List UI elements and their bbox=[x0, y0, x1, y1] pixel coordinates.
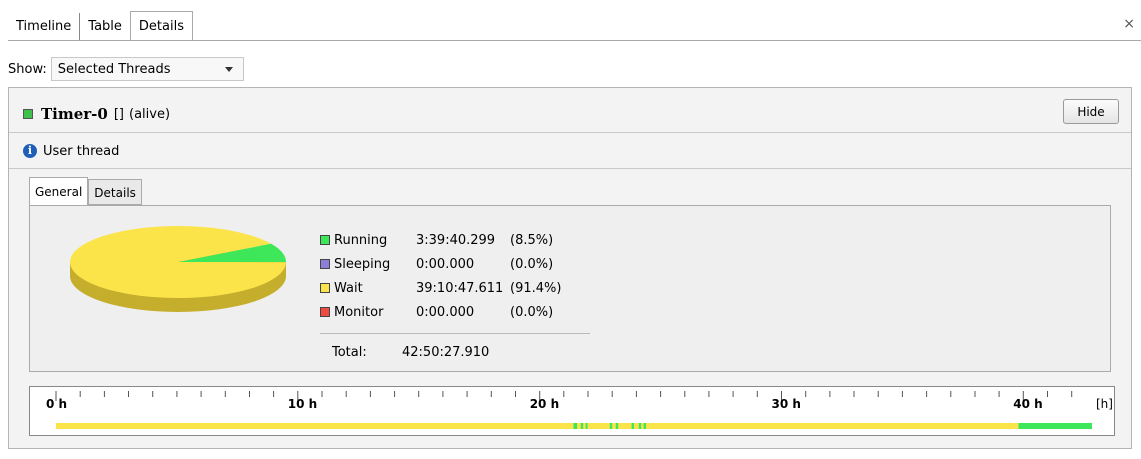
monitor-swatch bbox=[320, 307, 330, 317]
timeline-run-segment bbox=[631, 423, 634, 429]
legend-row-running: Running 3:39:40.299 (8.5%) bbox=[320, 230, 553, 250]
legend-row-sleeping: Sleeping 0:00.000 (0.0%) bbox=[320, 254, 553, 274]
state-time: 0:00.000 bbox=[416, 256, 475, 272]
chevron-down-icon bbox=[224, 67, 233, 72]
thread-title: Timer-0 [] (alive) bbox=[23, 104, 170, 124]
state-name: Wait bbox=[334, 280, 363, 296]
timeline-run-segment bbox=[615, 423, 619, 429]
show-select[interactable]: Selected Threads bbox=[50, 57, 244, 81]
pie-slices bbox=[70, 226, 286, 298]
state-name: Running bbox=[334, 232, 388, 248]
timeline-run-segment bbox=[585, 423, 588, 429]
timeline-chart: 0 h 10 h 20 h 30 h 40 h [h] bbox=[46, 391, 1113, 429]
tab-details[interactable]: Details bbox=[129, 11, 193, 41]
tab-table[interactable]: Table bbox=[80, 13, 130, 41]
running-swatch bbox=[320, 235, 330, 245]
wait-swatch bbox=[320, 283, 330, 293]
timeline-run-segment bbox=[609, 423, 613, 429]
timeline-unit-label: [h] bbox=[1096, 397, 1113, 411]
tab-timeline[interactable]: Timeline bbox=[8, 13, 81, 41]
timeline-tick-label: 20 h bbox=[530, 397, 559, 411]
state-pie-chart bbox=[70, 226, 286, 312]
state-percent: (0.0%) bbox=[510, 256, 554, 272]
divider bbox=[9, 168, 1131, 169]
timeline-run-segment bbox=[573, 423, 578, 429]
total-label: Total: bbox=[332, 344, 367, 360]
tab-details-inner[interactable]: Details bbox=[88, 179, 142, 205]
timeline-tick-label: 30 h bbox=[772, 397, 801, 411]
timeline-run-segment bbox=[580, 423, 584, 429]
thread-name: Timer-0 bbox=[41, 105, 108, 123]
show-filter-row: Show: Selected Threads bbox=[8, 57, 244, 81]
info-icon: i bbox=[23, 144, 37, 158]
state-percent: (91.4%) bbox=[510, 280, 562, 296]
timeline-run-segment bbox=[1018, 423, 1092, 429]
timeline-tick-label: 0 h bbox=[46, 397, 67, 411]
state-percent: (8.5%) bbox=[510, 232, 554, 248]
hide-button[interactable]: Hide bbox=[1063, 99, 1119, 124]
view-tabs: Timeline Table Details bbox=[8, 11, 193, 41]
thread-panel: Timer-0 [] (alive) Hide i User thread Ge… bbox=[8, 87, 1132, 449]
sleeping-swatch bbox=[320, 259, 330, 269]
timeline-run-segment bbox=[643, 423, 646, 429]
total-time: 42:50:27.910 bbox=[402, 344, 490, 360]
state-percent: (0.0%) bbox=[510, 304, 554, 320]
thread-brackets: [] bbox=[113, 106, 124, 122]
state-name: Monitor bbox=[334, 304, 384, 320]
legend-row-total: Total: 42:50:27.910 bbox=[320, 342, 489, 362]
general-tab-content: Running 3:39:40.299 (8.5%) Sleeping 0:00… bbox=[29, 205, 1111, 372]
total-divider bbox=[320, 333, 590, 334]
show-label: Show: bbox=[8, 61, 47, 77]
thread-state: (alive) bbox=[129, 106, 171, 122]
top-bar: Timeline Table Details × bbox=[0, 0, 1141, 42]
thread-timeline: 0 h 10 h 20 h 30 h 40 h [h] bbox=[29, 386, 1115, 436]
inner-tabs: General Details bbox=[29, 177, 142, 205]
timeline-tick-label: 10 h bbox=[288, 397, 317, 411]
show-select-value: Selected Threads bbox=[57, 61, 171, 77]
tab-general[interactable]: General bbox=[29, 177, 89, 205]
timeline-tick-label: 40 h bbox=[1013, 397, 1042, 411]
legend-row-monitor: Monitor 0:00.000 (0.0%) bbox=[320, 302, 553, 322]
tab-strip-divider bbox=[8, 40, 1141, 41]
timeline-run-segment bbox=[638, 423, 642, 429]
state-time: 39:10:47.611 bbox=[416, 280, 504, 296]
divider bbox=[9, 132, 1131, 133]
thread-type-label: User thread bbox=[43, 143, 120, 159]
thread-status-icon bbox=[23, 109, 33, 119]
close-icon[interactable]: × bbox=[1123, 16, 1135, 32]
state-time: 3:39:40.299 bbox=[416, 232, 496, 248]
state-name: Sleeping bbox=[334, 256, 391, 272]
legend-row-wait: Wait 39:10:47.611 (91.4%) bbox=[320, 278, 561, 298]
state-time: 0:00.000 bbox=[416, 304, 475, 320]
thread-info: i User thread bbox=[23, 141, 119, 161]
